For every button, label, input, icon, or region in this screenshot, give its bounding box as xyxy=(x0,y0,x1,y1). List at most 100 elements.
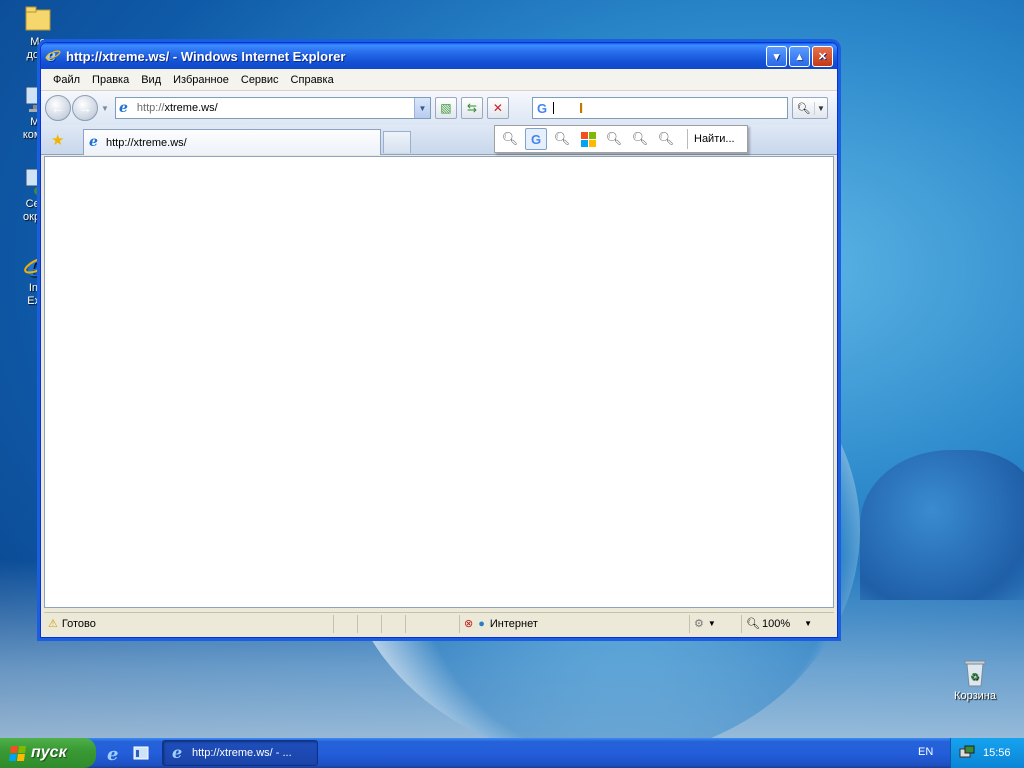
search-options-dropdown[interactable]: ▼ xyxy=(815,104,827,113)
zoom-icon: 🔍︎ xyxy=(746,618,760,630)
search-provider-item[interactable]: 🔍︎ xyxy=(655,128,677,150)
address-host: xtreme.ws/ xyxy=(164,102,218,114)
microsoft-icon xyxy=(580,131,596,147)
status-cell-empty xyxy=(382,614,406,633)
popup-blocker-cell[interactable]: ⚙ ▼ xyxy=(690,614,742,633)
windows-flag-icon xyxy=(8,745,27,761)
menu-help[interactable]: Справка xyxy=(285,74,340,86)
search-icon: 🔍︎ xyxy=(605,131,623,146)
ie-icon: e xyxy=(45,46,61,66)
back-button[interactable]: ← xyxy=(45,95,71,121)
search-icon: 🔍︎ xyxy=(553,131,571,146)
search-button[interactable]: 🔍︎ ▼ xyxy=(792,97,828,119)
start-label: пуск xyxy=(31,744,67,761)
svg-text:e: e xyxy=(119,100,128,114)
language-indicator[interactable]: EN xyxy=(912,746,939,758)
text-caret xyxy=(553,102,555,114)
stop-icon: ✕ xyxy=(492,101,503,115)
zoom-level: 100% xyxy=(761,617,791,630)
recent-pages-dropdown[interactable]: ▼ xyxy=(101,104,109,113)
desktop-icon-recycle-bin[interactable]: ♻ Корзина xyxy=(950,658,1000,702)
start-button[interactable]: пуск xyxy=(0,738,96,768)
refresh-button[interactable]: ⇆ xyxy=(460,97,483,119)
compatibility-icon: ▧ xyxy=(440,101,452,115)
search-icon: 🔍︎ xyxy=(631,131,649,146)
search-provider-dropdown: 🔍︎ G 🔍︎ 🔍︎ 🔍︎ 🔍︎ Найти... xyxy=(494,125,748,153)
refresh-icon: ⇆ xyxy=(466,101,477,115)
security-zone-cell[interactable]: ⊗ ● Интернет xyxy=(460,614,690,633)
taskbar-item-label: http://xtreme.ws/ - ... xyxy=(192,747,292,759)
search-provider-item[interactable]: 🔍︎ xyxy=(603,128,625,150)
google-icon: G xyxy=(530,131,542,147)
window-title: http://xtreme.ws/ - Windows Internet Exp… xyxy=(66,48,346,64)
ie-quicklaunch-icon[interactable]: e xyxy=(106,744,124,765)
search-provider-item[interactable]: 🔍︎ xyxy=(629,128,651,150)
maximize-button[interactable]: ▴ xyxy=(789,45,810,67)
menu-favorites[interactable]: Избранное xyxy=(167,74,235,86)
address-dropdown-button[interactable]: ▼ xyxy=(413,98,430,118)
status-cell-empty xyxy=(406,614,460,633)
status-text-cell: ⚠ Готово xyxy=(44,614,334,633)
taskbar: пуск e e http://xtreme.ws/ - ... EN 15:5… xyxy=(0,738,1024,768)
stop-button[interactable]: ✕ xyxy=(486,97,509,119)
close-button[interactable]: ✕ xyxy=(812,45,833,67)
desktop-background-reef xyxy=(860,450,1024,600)
window-titlebar[interactable]: e http://xtreme.ws/ - Windows Internet E… xyxy=(41,43,837,69)
minimize-icon: ▾ xyxy=(773,50,780,63)
search-input[interactable]: G I xyxy=(532,97,788,119)
status-cell-empty xyxy=(358,614,382,633)
menu-view[interactable]: Вид xyxy=(135,74,167,86)
find-button[interactable]: Найти... xyxy=(694,133,735,145)
globe-icon: ● xyxy=(478,617,485,630)
search-icon: 🔍︎ xyxy=(657,131,675,146)
system-tray: 15:56 xyxy=(950,738,1024,768)
quick-launch: e xyxy=(106,744,150,765)
compatibility-view-button[interactable]: ▧ xyxy=(434,97,457,119)
menu-bar: Файл Правка Вид Избранное Сервис Справка xyxy=(41,69,837,91)
status-text: Готово xyxy=(61,617,96,630)
new-tab-button[interactable] xyxy=(383,131,411,153)
search-provider-item[interactable]: 🔍︎ xyxy=(551,128,573,150)
menu-file[interactable]: Файл xyxy=(47,74,86,86)
chevron-down-icon: ▼ xyxy=(804,619,813,628)
menu-tools[interactable]: Сервис xyxy=(235,74,285,86)
page-icon: e xyxy=(89,134,103,151)
folder-icon xyxy=(23,4,53,34)
protected-mode-off-icon: ⊗ xyxy=(464,618,474,630)
address-scheme: http:// xyxy=(136,102,165,114)
clock[interactable]: 15:56 xyxy=(983,747,1011,759)
chevron-down-icon: ▼ xyxy=(418,103,427,113)
taskbar-item-ie[interactable]: e http://xtreme.ws/ - ... xyxy=(162,740,318,766)
navigation-bar: ← → ▼ e http://xtreme.ws/ ▼ ▧ ⇆ ✕ G I 🔍︎… xyxy=(41,91,837,125)
ie-icon: e xyxy=(171,743,187,763)
dropdown-separator xyxy=(687,129,688,149)
tab-current[interactable]: e http://xtreme.ws/ xyxy=(83,129,381,155)
tab-label: http://xtreme.ws/ xyxy=(106,136,187,149)
security-zone-text: Интернет xyxy=(489,617,538,630)
zoom-cell[interactable]: 🔍︎ 100% ▼ xyxy=(742,615,830,633)
menu-edit[interactable]: Правка xyxy=(86,74,135,86)
search-provider-google[interactable]: G xyxy=(525,128,547,150)
search-provider-microsoft[interactable] xyxy=(577,128,599,150)
recycle-bin-icon: ♻ xyxy=(961,658,989,688)
search-icon: 🔍︎ xyxy=(501,131,519,146)
close-icon: ✕ xyxy=(817,50,828,63)
search-icon: 🔍︎ xyxy=(793,101,815,115)
page-content[interactable] xyxy=(44,156,834,608)
svg-text:e: e xyxy=(107,744,118,762)
minimize-button[interactable]: ▾ xyxy=(766,45,787,67)
maximize-icon: ▴ xyxy=(796,50,803,63)
forward-button[interactable]: → xyxy=(72,95,98,121)
search-provider-item[interactable]: 🔍︎ xyxy=(499,128,521,150)
address-bar[interactable]: e http://xtreme.ws/ ▼ xyxy=(114,97,431,119)
network-tray-icon[interactable] xyxy=(959,745,975,762)
chevron-down-icon: ▼ xyxy=(707,619,716,628)
svg-text:e: e xyxy=(172,744,182,760)
back-arrow-icon: ← xyxy=(51,100,65,116)
text-cursor-icon: I xyxy=(579,100,584,117)
show-desktop-icon[interactable] xyxy=(132,744,150,765)
favorites-star-icon[interactable]: ★ xyxy=(51,131,64,149)
page-icon: e xyxy=(119,100,133,117)
svg-text:e: e xyxy=(89,134,98,148)
address-input[interactable]: http://xtreme.ws/ xyxy=(137,102,414,114)
